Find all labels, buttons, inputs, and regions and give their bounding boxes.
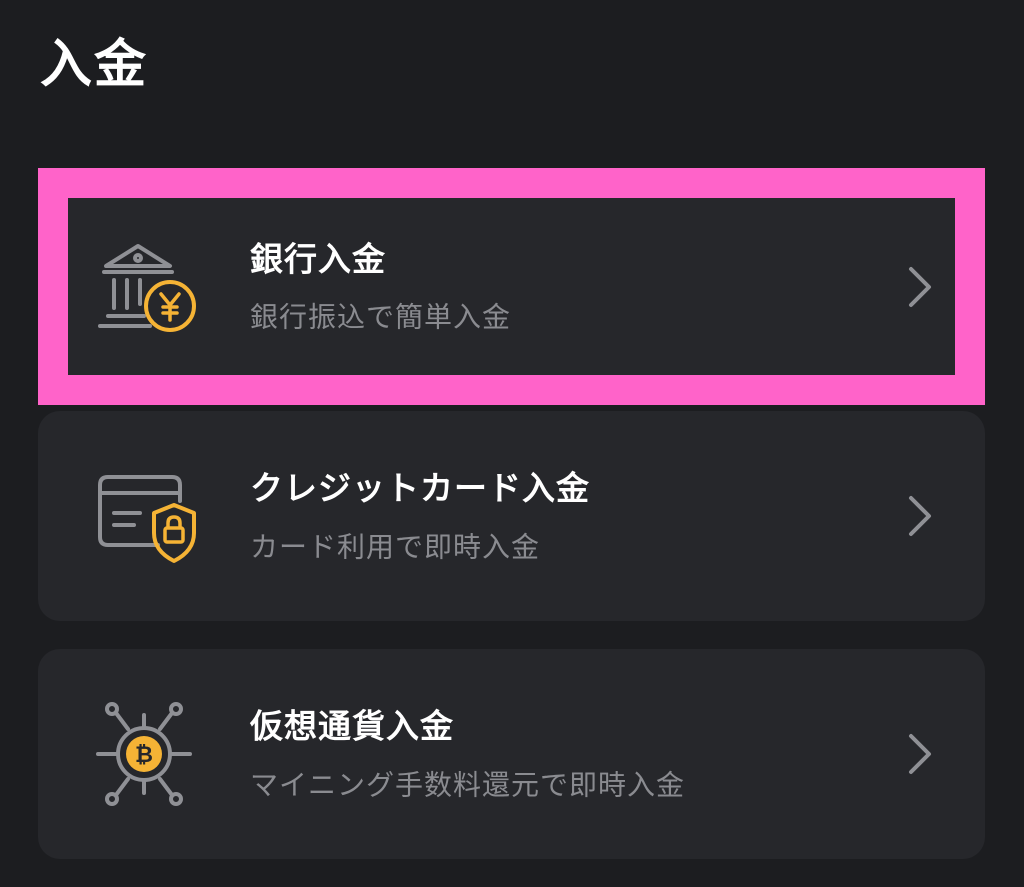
chevron-right-icon [905, 494, 935, 538]
option-subtitle: マイニング手数料還元で即時入金 [250, 768, 686, 801]
option-title: クレジットカード入金 [250, 468, 590, 508]
credit-card-deposit-option[interactable]: クレジットカード入金 カード利用で即時入金 [38, 411, 985, 621]
bank-deposit-option[interactable]: 銀行入金 銀行振込で簡単入金 [38, 168, 985, 405]
svg-text:₿: ₿ [135, 743, 153, 768]
option-title: 仮想通貨入金 [250, 706, 454, 746]
chevron-right-icon [905, 732, 935, 776]
credit-card-lock-icon [94, 461, 204, 571]
chevron-right-icon [905, 265, 935, 309]
option-title: 銀行入金 [250, 238, 386, 278]
bitcoin-network-icon: ₿ [94, 699, 204, 809]
option-subtitle: カード利用で即時入金 [250, 530, 541, 563]
option-subtitle: 銀行振込で簡単入金 [250, 300, 512, 334]
crypto-deposit-option[interactable]: ₿ 仮想通貨入金 マイニング手数料還元で即時入金 [38, 649, 985, 859]
page-title: 入金 [40, 35, 149, 95]
bank-yen-icon [94, 232, 204, 342]
